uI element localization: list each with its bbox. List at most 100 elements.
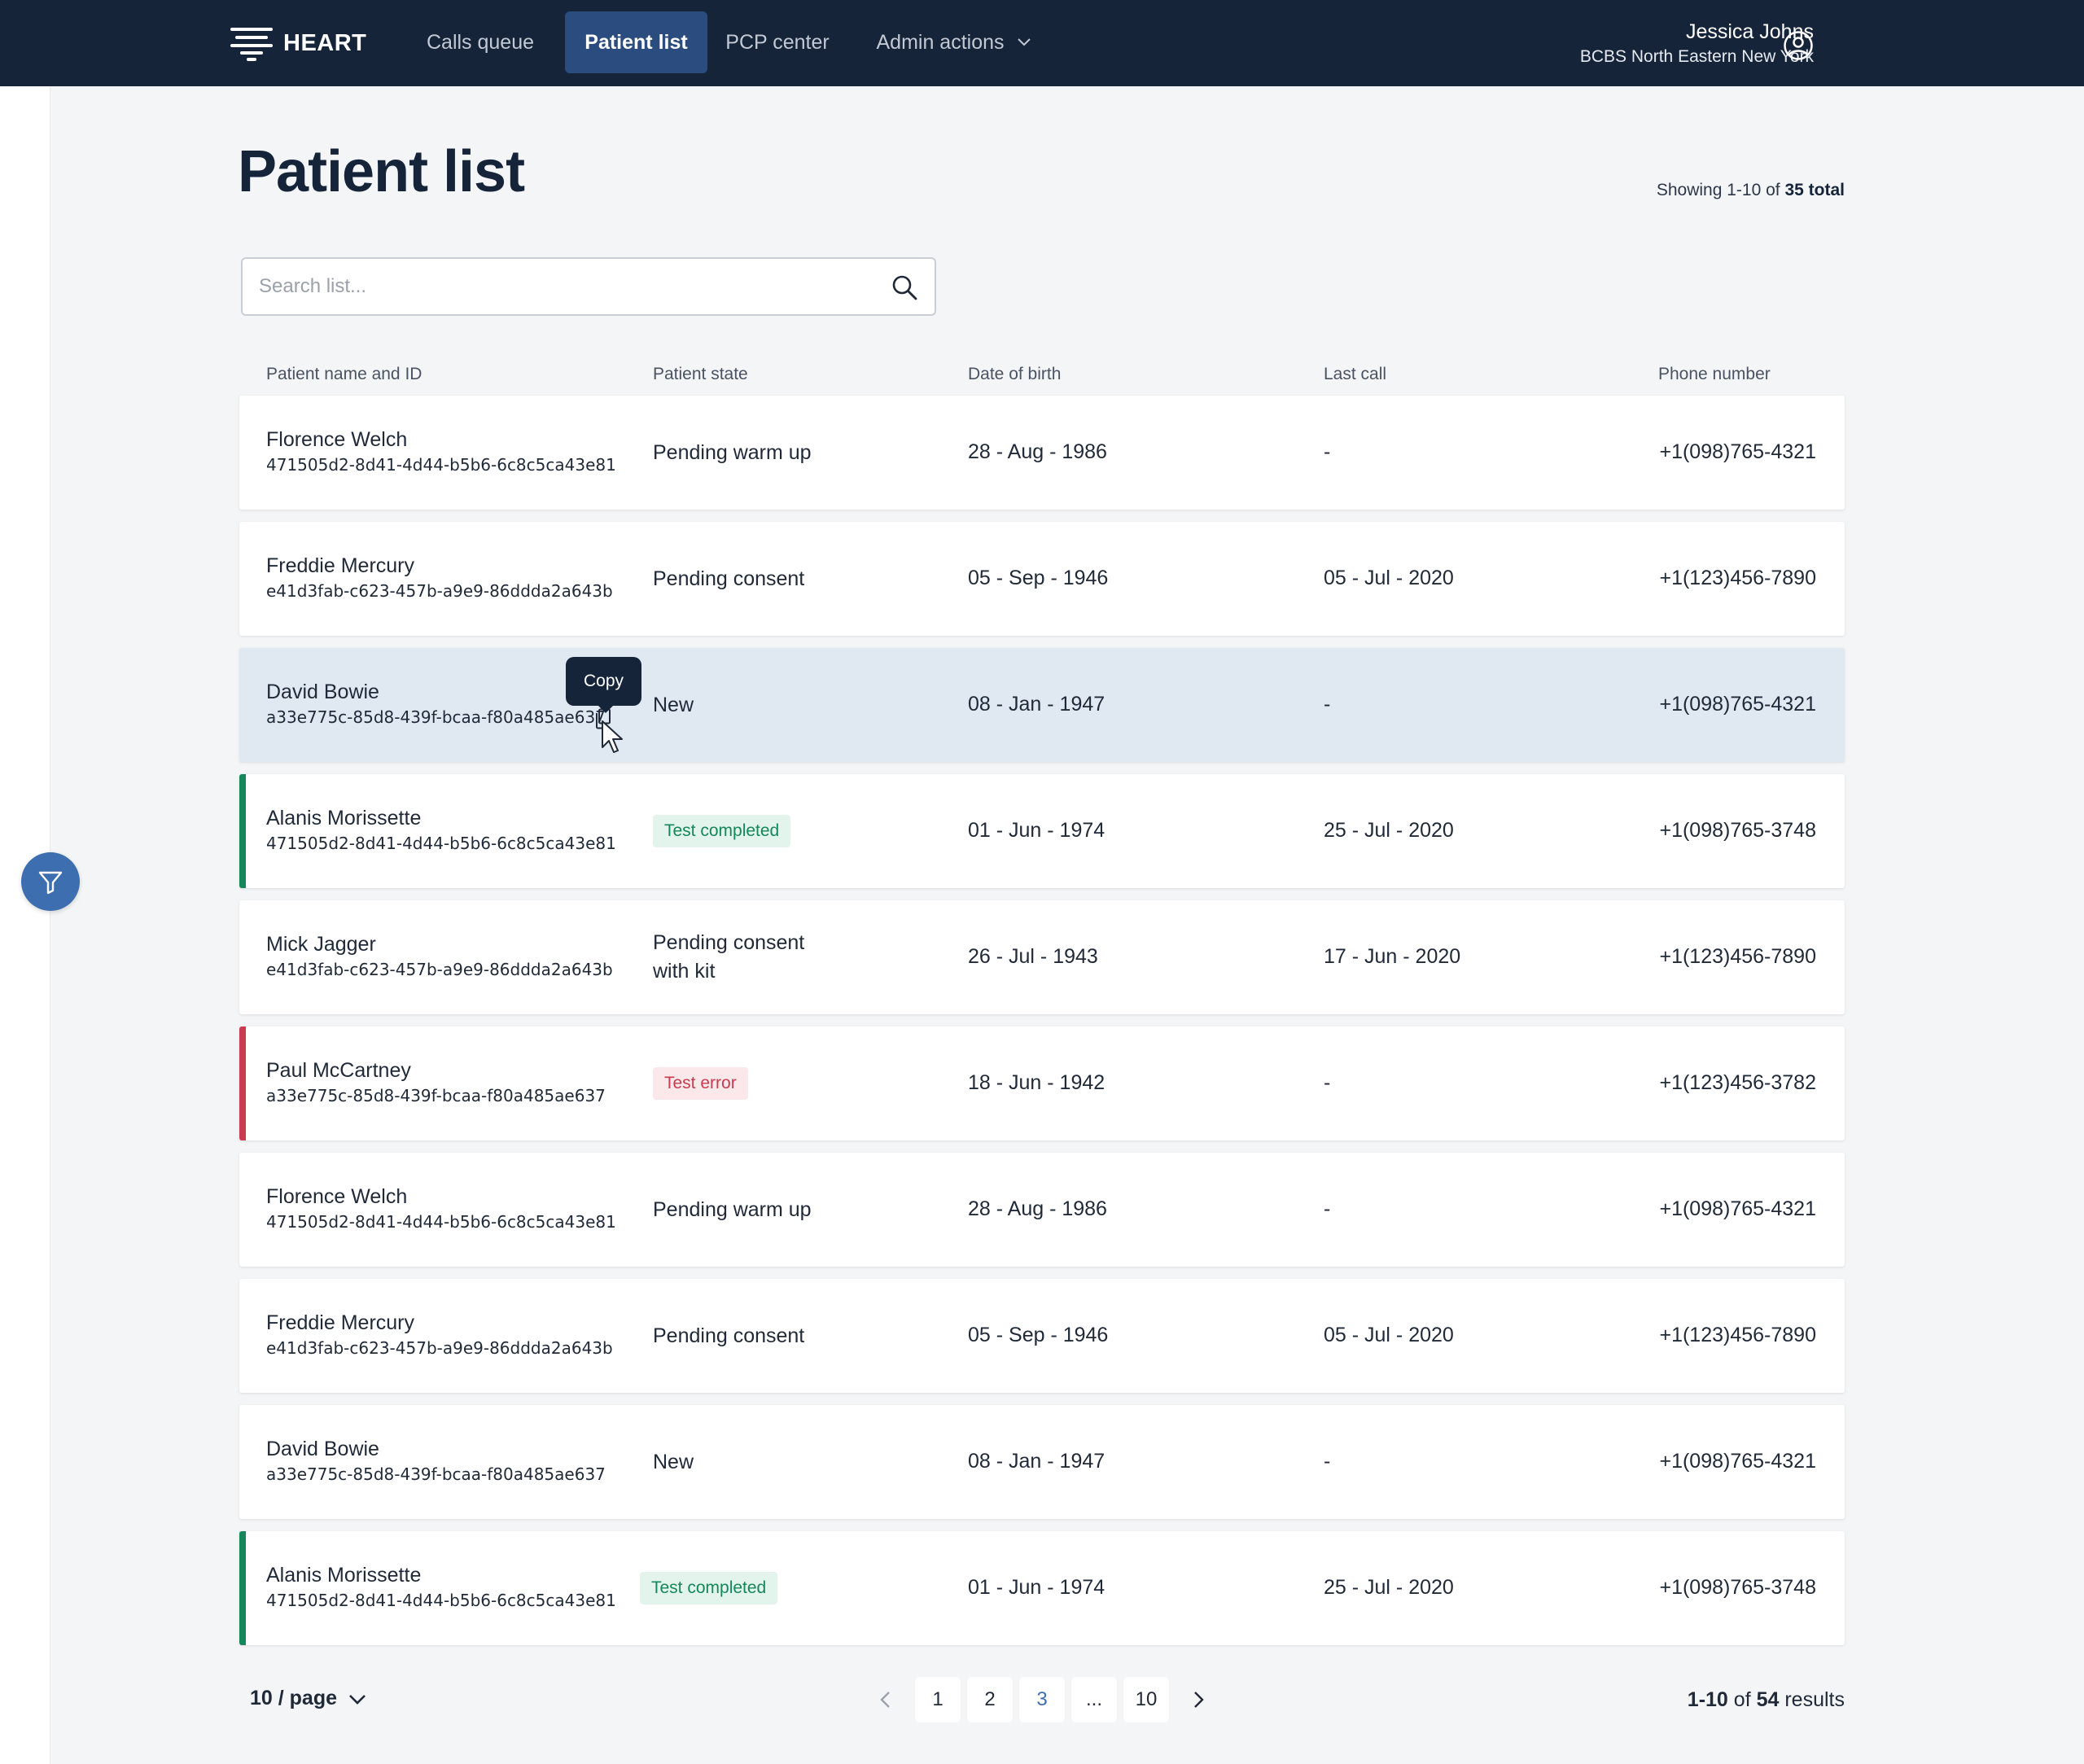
chevron-left-icon bbox=[880, 1692, 890, 1708]
col-header-state[interactable]: Patient state bbox=[653, 365, 748, 384]
prev-page-button[interactable] bbox=[863, 1677, 908, 1722]
cursor-pointer-icon bbox=[602, 720, 623, 753]
table-row[interactable]: Mick Jagger e41d3fab-c623-457b-a9e9-86dd… bbox=[239, 900, 1845, 1014]
patient-id: 471505d2-8d41-4d44-b5b6-6c8c5ca43e81 bbox=[266, 1212, 616, 1232]
date-of-birth: 28 - Aug - 1986 bbox=[968, 1197, 1107, 1220]
user-circle-icon[interactable] bbox=[1783, 30, 1814, 61]
patient-name: Paul McCartney bbox=[266, 1059, 411, 1082]
col-header-last-call[interactable]: Last call bbox=[1324, 365, 1386, 384]
phone-number: +1(098)765-4321 bbox=[1659, 693, 1816, 716]
table-row[interactable]: David Bowie a33e775c-85d8-439f-bcaa-f80a… bbox=[239, 648, 1845, 762]
patient-state: Pending consent bbox=[653, 567, 805, 590]
last-call: 17 - Jun - 2020 bbox=[1324, 945, 1461, 968]
patient-name: David Bowie bbox=[266, 681, 379, 703]
table-row[interactable]: Florence Welch 471505d2-8d41-4d44-b5b6-6… bbox=[239, 1153, 1845, 1267]
user-info[interactable]: Jessica Johns BCBS North Eastern New Yor… bbox=[1580, 18, 1814, 68]
table-row[interactable]: David Bowie a33e775c-85d8-439f-bcaa-f80a… bbox=[239, 1405, 1845, 1519]
page-ellipsis[interactable]: ... bbox=[1071, 1677, 1117, 1722]
user-organization: BCBS North Eastern New York bbox=[1579, 47, 1814, 66]
patient-name-id: Mick Jagger e41d3fab-c623-457b-a9e9-86dd… bbox=[266, 931, 613, 982]
table-row[interactable]: Freddie Mercury e41d3fab-c623-457b-a9e9-… bbox=[239, 1279, 1845, 1393]
nav-label: Patient list bbox=[584, 30, 688, 54]
patient-id: 471505d2-8d41-4d44-b5b6-6c8c5ca43e81 bbox=[266, 1591, 616, 1610]
col-header-dob[interactable]: Date of birth bbox=[968, 365, 1061, 384]
search-icon[interactable] bbox=[891, 274, 918, 301]
phone-number: +1(098)765-3748 bbox=[1659, 819, 1816, 842]
top-nav: HEART Calls queue Patient list PCP cente… bbox=[0, 0, 2084, 86]
patient-state: Test error bbox=[653, 1026, 748, 1140]
patient-id: a33e775c-85d8-439f-bcaa-f80a485ae637 bbox=[266, 1464, 606, 1484]
patient-name-id: Freddie Mercury e41d3fab-c623-457b-a9e9-… bbox=[266, 1310, 613, 1360]
patient-table: Florence Welch 471505d2-8d41-4d44-b5b6-6… bbox=[239, 396, 1845, 1657]
col-header-name[interactable]: Patient name and ID bbox=[266, 365, 422, 384]
page-button-3[interactable]: 3 bbox=[1019, 1677, 1065, 1722]
nav-admin-actions[interactable]: Admin actions bbox=[865, 11, 1044, 73]
patient-id: 471505d2-8d41-4d44-b5b6-6c8c5ca43e81 bbox=[266, 455, 616, 475]
filter-button[interactable] bbox=[21, 852, 80, 911]
showing-prefix: Showing 1-10 of bbox=[1656, 181, 1785, 199]
last-call: - bbox=[1324, 1197, 1331, 1220]
date-of-birth: 05 - Sep - 1946 bbox=[968, 1324, 1109, 1346]
col-header-phone[interactable]: Phone number bbox=[1658, 365, 1771, 384]
page-button-1[interactable]: 1 bbox=[915, 1677, 961, 1722]
patient-state: New bbox=[653, 693, 694, 716]
last-call: 05 - Jul - 2020 bbox=[1324, 1324, 1454, 1346]
table-row[interactable]: Freddie Mercury e41d3fab-c623-457b-a9e9-… bbox=[239, 522, 1845, 636]
patient-name: Alanis Morissette bbox=[266, 807, 422, 829]
patient-name-id: Paul McCartney a33e775c-85d8-439f-bcaa-f… bbox=[266, 1057, 606, 1108]
patient-id: 471505d2-8d41-4d44-b5b6-6c8c5ca43e81 bbox=[266, 834, 616, 853]
patient-name-id: Alanis Morissette 471505d2-8d41-4d44-b5b… bbox=[266, 805, 616, 856]
phone-number: +1(123)456-3782 bbox=[1659, 1071, 1816, 1094]
copy-tooltip: Copy bbox=[566, 657, 641, 713]
pagination: 1 2 3 ... 10 bbox=[863, 1677, 1221, 1722]
nav-patient-list[interactable]: Patient list bbox=[565, 11, 707, 73]
nav-calls-queue[interactable]: Calls queue bbox=[414, 11, 547, 73]
last-call: 25 - Jul - 2020 bbox=[1324, 1576, 1454, 1599]
patient-name-id: Florence Welch 471505d2-8d41-4d44-b5b6-6… bbox=[266, 427, 616, 477]
patient-id: a33e775c-85d8-439f-bcaa-f80a485ae637 bbox=[266, 1086, 606, 1105]
last-call: 25 - Jul - 2020 bbox=[1324, 819, 1454, 842]
phone-number: +1(123)456-7890 bbox=[1659, 1324, 1816, 1346]
results-range: 1-10 bbox=[1687, 1688, 1728, 1711]
table-row[interactable]: Paul McCartney a33e775c-85d8-439f-bcaa-f… bbox=[239, 1026, 1845, 1140]
search-input[interactable] bbox=[259, 259, 878, 314]
patient-id: e41d3fab-c623-457b-a9e9-86ddda2a643b bbox=[266, 581, 613, 601]
last-call: - bbox=[1324, 440, 1331, 463]
table-header: Patient name and ID Patient state Date o… bbox=[239, 358, 1845, 391]
date-of-birth: 01 - Jun - 1974 bbox=[968, 819, 1105, 842]
date-of-birth: 08 - Jan - 1947 bbox=[968, 1450, 1105, 1473]
page-button-10[interactable]: 10 bbox=[1123, 1677, 1169, 1722]
patient-id: e41d3fab-c623-457b-a9e9-86ddda2a643b bbox=[266, 960, 613, 979]
last-call: - bbox=[1324, 693, 1331, 716]
patient-id: a33e775c-85d8-439f-bcaa-f80a485ae637 bbox=[266, 707, 606, 727]
patient-name-id: David Bowie a33e775c-85d8-439f-bcaa-f80a… bbox=[266, 679, 606, 729]
nav-label: PCP center bbox=[725, 30, 830, 54]
brand-logo[interactable]: HEART bbox=[230, 24, 366, 62]
patient-state: New bbox=[653, 1450, 694, 1473]
patient-name-id: David Bowie a33e775c-85d8-439f-bcaa-f80a… bbox=[266, 1436, 606, 1486]
date-of-birth: 28 - Aug - 1986 bbox=[968, 440, 1107, 463]
chevron-right-icon bbox=[1194, 1692, 1204, 1708]
page-title: Patient list bbox=[238, 139, 525, 204]
chevron-down-icon bbox=[349, 1694, 366, 1705]
page-button-2[interactable]: 2 bbox=[967, 1677, 1013, 1722]
page-size-select[interactable]: 10 / page bbox=[250, 1687, 368, 1710]
table-row[interactable]: Florence Welch 471505d2-8d41-4d44-b5b6-6… bbox=[239, 396, 1845, 510]
patient-name: Freddie Mercury bbox=[266, 1311, 414, 1334]
nav-label: Calls queue bbox=[426, 30, 535, 54]
results-count: 1-10 of 54 results bbox=[1688, 1688, 1845, 1712]
table-row[interactable]: Alanis Morissette 471505d2-8d41-4d44-b5b… bbox=[239, 1531, 1845, 1645]
patient-name: David Bowie bbox=[266, 1438, 379, 1460]
patient-state: Test completed bbox=[640, 1531, 778, 1645]
last-call: - bbox=[1324, 1071, 1331, 1094]
heart-logo-icon bbox=[230, 28, 273, 61]
patient-name: Florence Welch bbox=[266, 428, 408, 451]
nav-label: Admin actions bbox=[876, 30, 1005, 54]
status-badge: Test completed bbox=[640, 1572, 778, 1604]
nav-pcp-center[interactable]: PCP center bbox=[716, 11, 838, 73]
next-page-button[interactable] bbox=[1176, 1677, 1221, 1722]
results-suffix: results bbox=[1779, 1688, 1845, 1711]
phone-number: +1(098)765-4321 bbox=[1659, 440, 1816, 463]
date-of-birth: 18 - Jun - 1942 bbox=[968, 1071, 1105, 1094]
table-row[interactable]: Alanis Morissette 471505d2-8d41-4d44-b5b… bbox=[239, 774, 1845, 888]
